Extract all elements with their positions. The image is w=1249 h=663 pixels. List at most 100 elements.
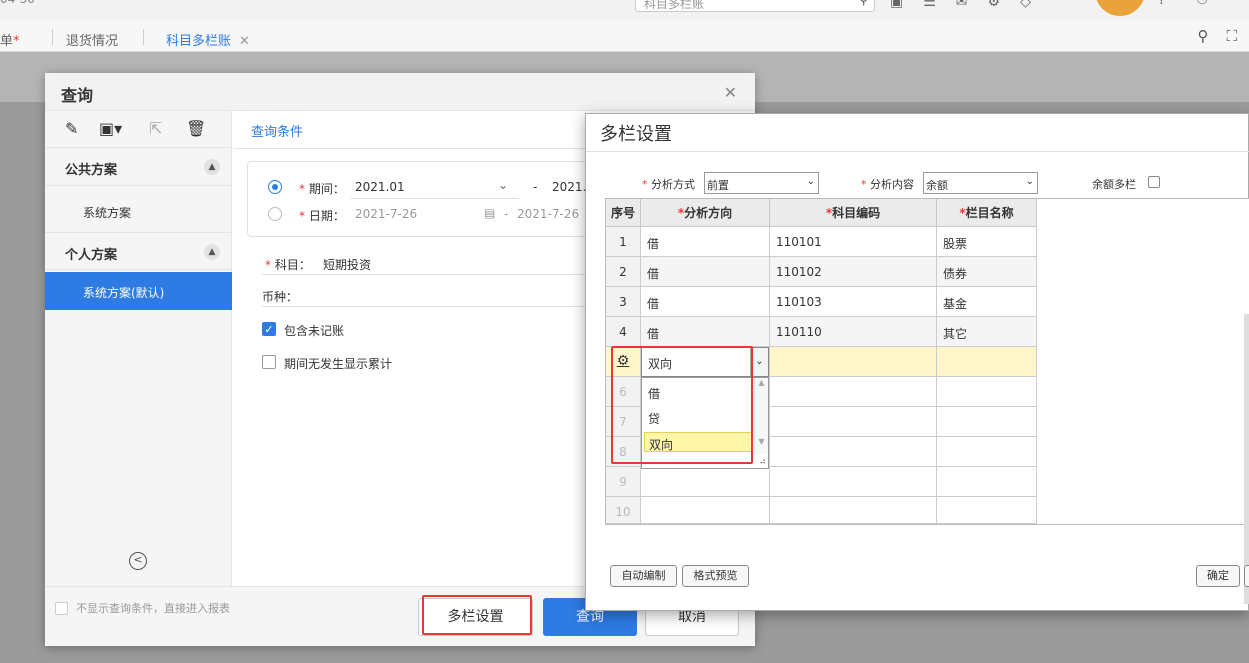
direction-combo-input[interactable]: 双向 ⌄ [641, 347, 769, 377]
date-label: * 日期： [299, 209, 345, 223]
code-cell[interactable]: 110101 [770, 227, 937, 257]
col-header-name: *栏目名称 [937, 199, 1037, 227]
name-cell[interactable]: 其它 [937, 317, 1037, 347]
calendar-icon[interactable]: ▤ [484, 206, 495, 220]
global-search-input[interactable]: 科目多栏账 ⚲ [635, 0, 875, 12]
direction-cell[interactable]: 借 [641, 317, 770, 347]
avatar[interactable] [1095, 0, 1145, 16]
skip-conditions-checkbox[interactable] [55, 601, 68, 615]
ok-button[interactable]: 确定 [1196, 565, 1240, 587]
scroll-down-icon[interactable]: ▼ [755, 437, 768, 446]
code-cell[interactable]: 110102 [770, 257, 937, 287]
period-label: * 期间： [299, 182, 345, 196]
multi-column-settings-button[interactable]: 多栏设置 [418, 598, 533, 636]
analysis-method-select[interactable]: 前置 ⌄ [704, 172, 819, 194]
search-icon[interactable]: ⚲ [1197, 27, 1208, 45]
cancel-button-partial[interactable] [1244, 565, 1249, 587]
include-unposted-label: 包含未记账 [284, 324, 345, 338]
name-cell[interactable] [937, 437, 1037, 467]
skip-conditions-option[interactable]: 不显示查询条件，直接进入报表 [55, 600, 230, 616]
code-cell[interactable]: 110103 [770, 287, 937, 317]
list-icon[interactable]: ☰ [923, 0, 936, 10]
period-to-select[interactable]: 2021. [552, 180, 586, 194]
dropdown-scrollbar[interactable]: ▲ ▼ [754, 378, 768, 454]
period-radio[interactable] [268, 180, 282, 194]
direction-cell[interactable]: 借 [641, 227, 770, 257]
chevron-down-icon[interactable]: ⌄ [498, 178, 508, 192]
chevron-up-icon[interactable]: ▲ [204, 159, 220, 175]
format-preview-button[interactable]: 格式预览 [682, 565, 749, 587]
date-from-input[interactable]: 2021-7-26 [355, 207, 417, 221]
name-cell[interactable]: 基金 [937, 287, 1037, 317]
edit-icon[interactable]: ✎ [65, 119, 78, 138]
grid-header: 序号 *分析方向 *科目编码 *栏目名称 [606, 199, 1037, 227]
scroll-up-icon[interactable]: ▲ [755, 378, 768, 387]
resize-grip-icon[interactable]: ⠴ [759, 457, 766, 467]
dropdown-option-credit[interactable]: 贷 [644, 407, 752, 427]
date-radio[interactable] [268, 207, 282, 221]
name-cell[interactable]: 股票 [937, 227, 1037, 257]
period-separator: - [533, 180, 538, 194]
collapse-sidebar-icon[interactable]: < [129, 552, 147, 570]
direction-cell[interactable] [641, 497, 770, 524]
balance-multi-checkbox[interactable] [1148, 176, 1160, 188]
code-cell[interactable] [770, 437, 937, 467]
grid-scrollbar[interactable] [1244, 314, 1249, 604]
include-unposted-checkbox[interactable]: ✓ [262, 322, 276, 336]
delete-icon[interactable]: 🗑 [186, 119, 206, 138]
code-cell[interactable] [770, 467, 937, 497]
name-cell[interactable] [937, 377, 1037, 407]
subject-input[interactable]: 短期投资 [323, 256, 371, 273]
row-number: 7 [606, 407, 641, 437]
row-settings-cell[interactable]: ⚙ [606, 347, 641, 377]
code-cell[interactable] [770, 377, 937, 407]
date-to-input[interactable]: 2021-7-26 [517, 207, 579, 221]
tag-icon[interactable]: ◇ [1020, 0, 1031, 10]
select-value: 前置 [707, 179, 729, 192]
chevron-up-icon[interactable]: ▲ [204, 244, 220, 260]
multi-dialog-title: 多栏设置 [600, 124, 672, 145]
fullscreen-icon[interactable]: ⛶ [1226, 27, 1237, 45]
name-cell[interactable] [937, 467, 1037, 497]
scheme-item-default[interactable]: 系统方案(默认) [45, 272, 232, 310]
show-cumulative-checkbox[interactable] [262, 355, 276, 369]
public-scheme-group[interactable]: 公共方案 ▲ [45, 148, 232, 186]
chevron-down-icon[interactable]: ⌄ [750, 348, 768, 376]
row-number: 8 [606, 437, 641, 467]
direction-cell[interactable]: 借 [641, 257, 770, 287]
period-from-select[interactable]: 2021.01 [355, 180, 405, 194]
balance-multi-label: 余额多栏 [1092, 178, 1136, 191]
name-cell[interactable] [937, 407, 1037, 437]
save-icon[interactable]: ▣▾ [99, 119, 122, 138]
personal-scheme-group[interactable]: 个人方案 ▲ [45, 232, 232, 270]
export-icon[interactable]: ⇱ [149, 119, 162, 138]
query-dialog-close-icon[interactable]: ✕ [724, 83, 737, 102]
direction-cell[interactable] [641, 467, 770, 497]
direction-cell[interactable]: 借 [641, 287, 770, 317]
search-icon[interactable]: ⚲ [859, 0, 868, 7]
gear-icon[interactable]: ⚙ [617, 353, 630, 369]
tab-returns[interactable]: 退货情况 [66, 30, 118, 49]
analysis-content-select[interactable]: 余额 ⌄ [923, 172, 1038, 194]
dropdown-option-debit[interactable]: 借 [644, 382, 752, 402]
calendar-icon[interactable]: ▣ [890, 0, 903, 10]
tab-query-conditions[interactable]: 查询条件 [251, 121, 303, 140]
name-cell[interactable] [937, 347, 1037, 377]
name-cell[interactable]: 债券 [937, 257, 1037, 287]
auto-compile-button[interactable]: 自动编制 [610, 565, 677, 587]
message-icon[interactable]: ✉ [956, 0, 968, 10]
tab-previous[interactable]: 单* [0, 30, 20, 49]
name-cell[interactable] [937, 497, 1037, 524]
code-cell[interactable] [770, 497, 937, 524]
dropdown-option-both[interactable]: 双向 [644, 432, 752, 452]
select-value: 余额 [926, 179, 948, 192]
user-icon[interactable]: ⚇ [1196, 0, 1209, 8]
help-icon[interactable]: ? [1158, 0, 1165, 8]
code-cell[interactable] [770, 407, 937, 437]
code-cell[interactable]: 110110 [770, 317, 937, 347]
scheme-item-system[interactable]: 系统方案 [45, 192, 232, 230]
settings-icon[interactable]: ⚙ [988, 0, 1001, 10]
code-cell[interactable] [770, 347, 937, 377]
tab-close-icon[interactable]: ✕ [239, 34, 250, 49]
row-number: 10 [606, 497, 641, 524]
